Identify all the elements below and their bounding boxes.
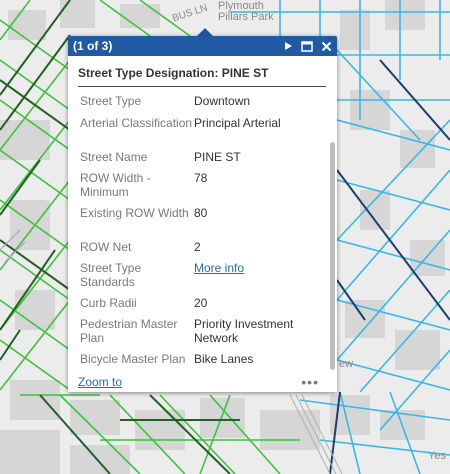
more-icon[interactable]: ••• bbox=[301, 374, 319, 390]
attribute-value: 78 bbox=[194, 171, 208, 185]
attribute-label: Street Name bbox=[80, 150, 148, 164]
attribute-label: Street Type Standards bbox=[80, 261, 142, 289]
feature-popup: (1 of 3) Street Type Designation: PINE S… bbox=[68, 36, 337, 392]
attribute-row: Bicycle Master Plan Bike Lanes bbox=[80, 352, 320, 372]
attribute-row: Street Type Downtown bbox=[80, 94, 320, 116]
next-feature-button[interactable] bbox=[279, 36, 297, 56]
attribute-value: Priority Investment Network bbox=[194, 317, 294, 345]
close-button[interactable] bbox=[317, 36, 335, 56]
attribute-row: Existing ROW Width 80 bbox=[80, 206, 320, 240]
play-arrow-icon bbox=[285, 42, 292, 50]
maximize-button[interactable] bbox=[298, 36, 316, 56]
popup-footer: Zoom to ••• bbox=[68, 374, 337, 392]
attribute-row: ROW Width - Minimum 78 bbox=[80, 171, 320, 206]
attribute-label: Pedestrian Master Plan bbox=[80, 317, 178, 345]
zoom-to-link[interactable]: Zoom to bbox=[78, 375, 122, 389]
attribute-label: Bicycle Master Plan bbox=[80, 352, 186, 366]
attribute-label: ROW Width - Minimum bbox=[80, 171, 151, 199]
map-label-ew: ew bbox=[339, 358, 354, 370]
attribute-value: Principal Arterial bbox=[194, 116, 281, 130]
popup-header: (1 of 3) bbox=[68, 36, 337, 56]
maximize-icon bbox=[301, 40, 313, 52]
attribute-label: Street Type bbox=[80, 94, 142, 108]
attribute-row: Pedestrian Master Plan Priority Investme… bbox=[80, 317, 320, 352]
popup-body[interactable]: Street Type Designation: PINE ST Street … bbox=[68, 56, 337, 392]
attribute-value: 20 bbox=[194, 296, 208, 310]
more-info-link[interactable]: More info bbox=[194, 261, 244, 275]
attribute-row: Street Type Standards More info bbox=[80, 261, 320, 296]
attribute-value: More info bbox=[194, 261, 320, 296]
attribute-value: Downtown bbox=[194, 94, 251, 108]
attribute-value: PINE ST bbox=[194, 150, 241, 164]
map-label-pillars-park: Pillars Park bbox=[218, 11, 274, 23]
attribute-row: Curb Radii 20 bbox=[80, 296, 320, 317]
popup-scrollbar[interactable] bbox=[330, 142, 335, 370]
attribute-value: Bike Lanes bbox=[194, 352, 254, 366]
attribute-row: Street Name PINE ST bbox=[80, 150, 320, 171]
attribute-value: 2 bbox=[194, 240, 201, 254]
close-icon bbox=[321, 41, 331, 51]
attribute-label: ROW Net bbox=[80, 240, 132, 254]
attribute-label: Curb Radii bbox=[80, 296, 137, 310]
popup-title: Street Type Designation: PINE ST bbox=[78, 66, 326, 87]
map-label-yes: Yes bbox=[428, 450, 446, 462]
attribute-value: 80 bbox=[194, 206, 208, 220]
attribute-row: ROW Net 2 bbox=[80, 240, 320, 261]
attribute-label: Existing ROW Width bbox=[80, 206, 189, 220]
attribute-row: Arterial Classification Principal Arteri… bbox=[80, 116, 320, 150]
popup-count: (1 of 3) bbox=[73, 39, 113, 53]
attribute-table: Street Type Downtown Arterial Classifica… bbox=[80, 94, 320, 372]
attribute-label: Arterial Classification bbox=[80, 116, 193, 130]
